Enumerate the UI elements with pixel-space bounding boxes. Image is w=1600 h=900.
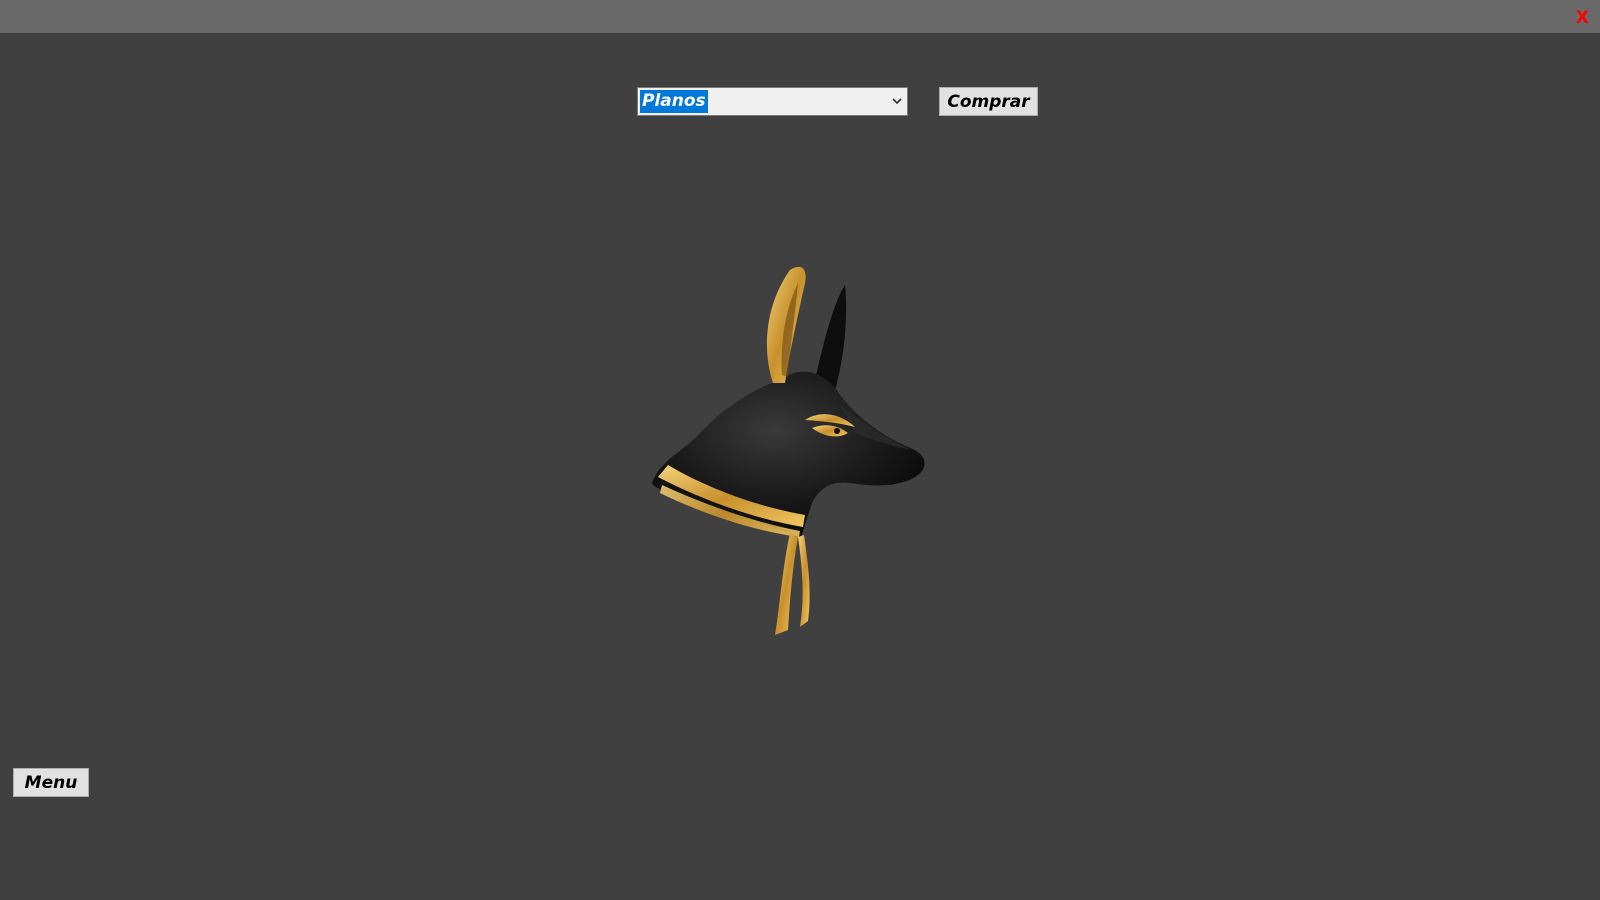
buy-button[interactable]: Comprar [939, 87, 1038, 116]
title-bar: X [0, 0, 1600, 33]
close-button[interactable]: X [1576, 9, 1589, 27]
anubis-head-icon [652, 266, 925, 635]
plans-dropdown[interactable]: Planos [637, 87, 908, 116]
menu-button[interactable]: Menu [13, 768, 89, 797]
chevron-down-icon[interactable] [887, 89, 906, 114]
plans-dropdown-value[interactable]: Planos [640, 90, 708, 113]
